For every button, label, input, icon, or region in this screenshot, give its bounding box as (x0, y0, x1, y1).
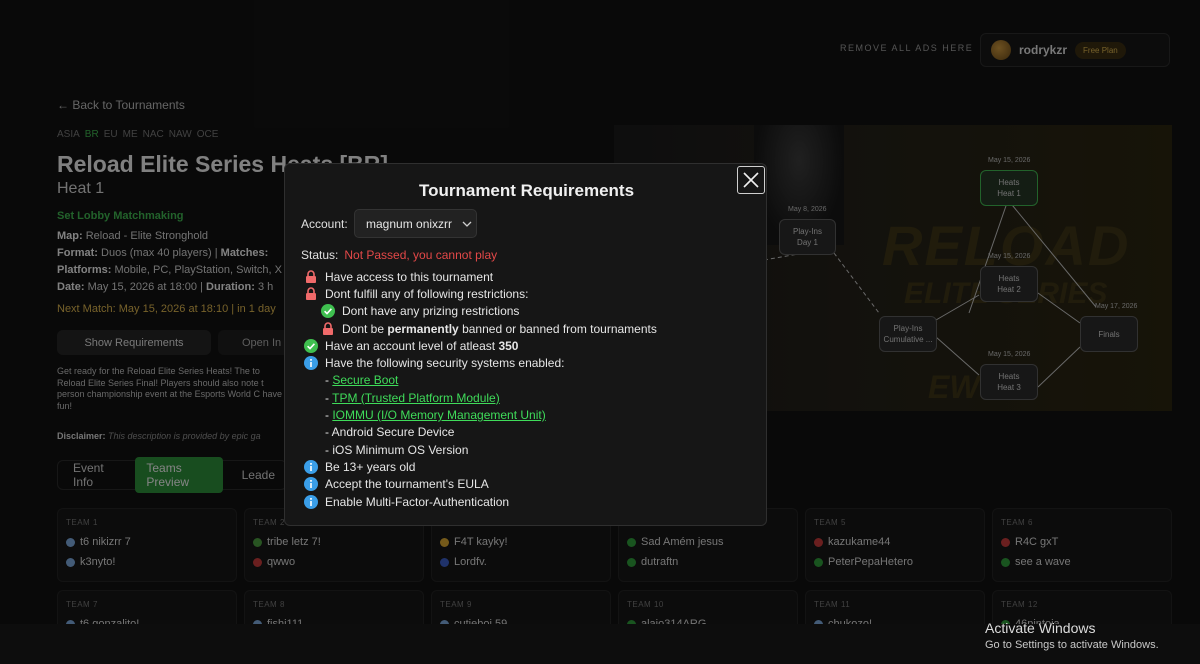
requirement-item: Be 13+ years old (304, 458, 657, 475)
requirement-item: - Android Secure Device (304, 424, 657, 441)
requirement-text: Dont fulfill any of following restrictio… (325, 286, 529, 301)
requirement-item: Have access to this tournament (304, 268, 657, 285)
requirement-item: Accept the tournament's EULA (304, 476, 657, 493)
requirement-item: - iOS Minimum OS Version (304, 441, 657, 458)
watermark-line-2: Go to Settings to activate Windows. (985, 639, 1159, 651)
requirement-text-part: Dont be (342, 321, 388, 336)
requirement-text: Enable Multi-Factor-Authentication (325, 494, 510, 509)
info-icon (304, 356, 318, 371)
requirement-item: - Secure Boot (304, 372, 657, 389)
check-circle-icon (321, 304, 335, 319)
requirement-text: - Android Secure Device (325, 425, 455, 440)
requirement-text: - Secure Boot (325, 373, 398, 387)
account-label: Account: (301, 217, 348, 231)
requirement-emphasis: 350 (498, 338, 519, 353)
requirement-text: Dont be permanently banned or banned fro… (342, 322, 657, 336)
requirement-item: - TPM (Trusted Platform Module) (304, 389, 657, 406)
requirement-text: Accept the tournament's EULA (325, 477, 489, 492)
chevron-down-icon (462, 221, 472, 227)
lock-icon (306, 287, 316, 300)
status-label: Status: (301, 248, 339, 262)
lock-icon (306, 269, 316, 283)
requirement-item: Have the following security systems enab… (304, 354, 657, 371)
tournament-requirements-modal: Tournament Requirements Account: magnum … (284, 163, 767, 526)
security-docs-link[interactable]: Secure Boot (332, 373, 398, 387)
info-icon (304, 459, 318, 474)
requirement-text: Have the following security systems enab… (325, 356, 565, 371)
requirement-item: Have an account level of atleast 350 (304, 337, 657, 354)
requirement-text-part: banned or banned from tournaments (458, 321, 657, 336)
info-icon (304, 477, 318, 492)
status-value: Not Passed, you cannot play (344, 248, 498, 262)
requirement-item: - IOMMU (I/O Memory Management Unit) (304, 406, 657, 423)
requirement-text: - iOS Minimum OS Version (325, 442, 469, 457)
activate-windows-watermark: Activate Windows Go to Settings to activ… (985, 620, 1159, 651)
requirement-item: Dont be permanently banned or banned fro… (304, 320, 657, 337)
page: REMOVE ALL ADS HERE rodrykzr Free Plan ←… (0, 0, 1200, 664)
security-docs-link[interactable]: TPM (Trusted Platform Module) (332, 391, 500, 405)
status-line: Status: Not Passed, you cannot play (301, 248, 497, 262)
requirement-text: Dont have any prizing restrictions (342, 304, 520, 319)
check-circle-icon (304, 338, 318, 353)
security-docs-link[interactable]: IOMMU (I/O Memory Management Unit) (332, 408, 545, 422)
requirement-text: - TPM (Trusted Platform Module) (325, 391, 500, 405)
requirements-list: Have access to this tournament Dont fulfi… (304, 268, 657, 510)
info-icon (304, 494, 318, 509)
requirement-text: Have an account level of atleast 350 (325, 339, 518, 353)
account-select[interactable]: magnum onixzrr (354, 209, 477, 238)
requirement-text: - IOMMU (I/O Memory Management Unit) (325, 408, 546, 422)
requirement-emphasis: permanently (387, 321, 459, 336)
requirement-item: Dont have any prizing restrictions (304, 303, 657, 320)
requirement-item: Enable Multi-Factor-Authentication (304, 493, 657, 510)
account-select-value: magnum onixzrr (366, 216, 453, 231)
requirement-text: Be 13+ years old (325, 459, 416, 474)
requirement-text-part: Have an account level of atleast (325, 338, 499, 353)
watermark-line-1: Activate Windows (985, 620, 1096, 636)
modal-title: Tournament Requirements (418, 181, 635, 200)
lock-icon (323, 321, 333, 335)
requirement-text: Have access to this tournament (325, 269, 494, 284)
requirement-item: Dont fulfill any of following restrictio… (304, 285, 657, 302)
